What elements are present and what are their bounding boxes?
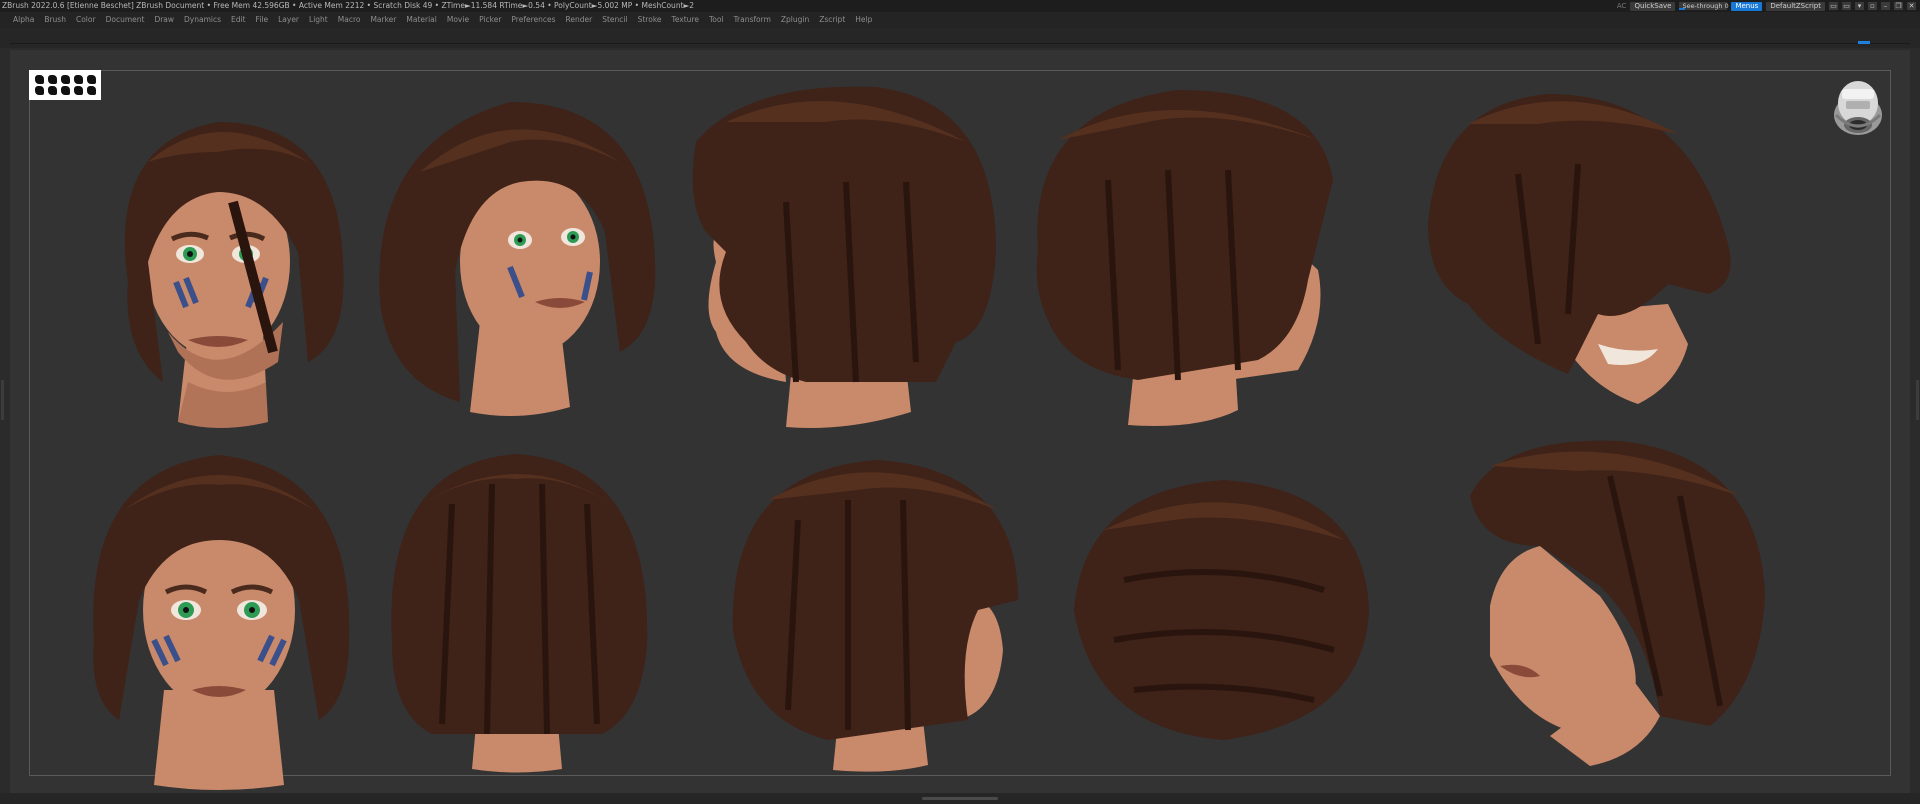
quicksave-button[interactable]: QuickSave xyxy=(1630,1,1676,11)
seethrough-label: See-through 0 xyxy=(1682,2,1729,10)
head-render-low-angle xyxy=(1470,440,1765,766)
head-render-front-three-quarter xyxy=(124,122,344,428)
restore-icon[interactable]: ❐ xyxy=(1894,2,1903,10)
menus-toggle[interactable]: Menus xyxy=(1731,1,1763,11)
head-render-top-view xyxy=(1074,480,1369,740)
seethrough-slider[interactable]: See-through 0 xyxy=(1679,2,1729,10)
title-bar-controls: AC QuickSave See-through 0 Menus Default… xyxy=(1617,0,1916,12)
help-icon[interactable]: ▫ xyxy=(1868,2,1877,10)
shelf-scroll-indicator[interactable] xyxy=(1858,41,1870,44)
menu-color[interactable]: Color xyxy=(71,12,101,28)
menu-zscript[interactable]: Zscript xyxy=(814,12,850,28)
bottom-tray-handle[interactable] xyxy=(922,797,998,800)
default-zscript-button[interactable]: DefaultZScript xyxy=(1766,1,1825,11)
left-tray-handle[interactable] xyxy=(1,380,4,420)
menu-document[interactable]: Document xyxy=(101,12,150,28)
menu-bar: Alpha Brush Color Document Draw Dynamics… xyxy=(0,12,1920,28)
menu-draw[interactable]: Draw xyxy=(149,12,179,28)
layout-alt-icon[interactable]: ▭ xyxy=(1842,2,1851,10)
minimize-icon[interactable]: – xyxy=(1881,2,1890,10)
menu-transform[interactable]: Transform xyxy=(729,12,776,28)
head-render-upward-angle xyxy=(1428,94,1731,404)
navigation-gyro-icon[interactable] xyxy=(1830,75,1886,141)
menu-alpha[interactable]: Alpha xyxy=(8,12,39,28)
menu-light[interactable]: Light xyxy=(304,12,333,28)
menu-preferences[interactable]: Preferences xyxy=(506,12,560,28)
shelf-divider xyxy=(10,43,1910,44)
right-tray-handle[interactable] xyxy=(1916,380,1919,420)
close-icon[interactable]: ✕ xyxy=(1907,2,1916,10)
layout-menu-icon[interactable]: ▾ xyxy=(1855,2,1864,10)
menu-material[interactable]: Material xyxy=(401,12,441,28)
menu-stroke[interactable]: Stroke xyxy=(633,12,667,28)
menu-picker[interactable]: Picker xyxy=(474,12,506,28)
menu-movie[interactable]: Movie xyxy=(442,12,474,28)
head-render-front xyxy=(93,455,350,790)
menu-layer[interactable]: Layer xyxy=(273,12,304,28)
menu-render[interactable]: Render xyxy=(561,12,598,28)
seethrough-fill xyxy=(1679,8,1686,10)
menu-stencil[interactable]: Stencil xyxy=(597,12,632,28)
menu-help[interactable]: Help xyxy=(850,12,877,28)
head-render-three-quarter-up xyxy=(379,102,656,416)
top-shelf xyxy=(0,28,1920,48)
menu-macro[interactable]: Macro xyxy=(333,12,366,28)
menu-marker[interactable]: Marker xyxy=(365,12,401,28)
ac-label[interactable]: AC xyxy=(1617,0,1627,12)
head-render-back-three-quarter xyxy=(732,460,1018,772)
menu-brush[interactable]: Brush xyxy=(39,12,71,28)
menu-edit[interactable]: Edit xyxy=(226,12,251,28)
window-title: ZBrush 2022.0.6 [Etienne Beschet] ZBrush… xyxy=(2,1,695,10)
title-bar: ZBrush 2022.0.6 [Etienne Beschet] ZBrush… xyxy=(0,0,1920,12)
menu-file[interactable]: File xyxy=(251,12,274,28)
menu-zplugin[interactable]: Zplugin xyxy=(776,12,814,28)
layout-icon[interactable]: ▭ xyxy=(1829,2,1838,10)
menu-tool[interactable]: Tool xyxy=(704,12,729,28)
menu-texture[interactable]: Texture xyxy=(667,12,704,28)
head-render-profile-left xyxy=(692,86,996,428)
head-render-back xyxy=(391,454,648,773)
head-render-profile-right xyxy=(1036,90,1333,426)
menu-dynamics[interactable]: Dynamics xyxy=(179,12,226,28)
